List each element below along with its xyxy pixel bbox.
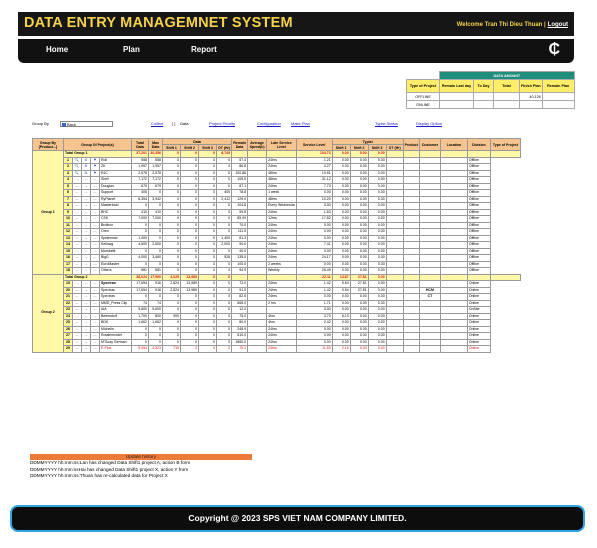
data-amount-title: DATA AMOUNT — [439, 71, 575, 80]
hdr-division: Division — [466, 138, 491, 151]
hdr-service-level: Service Level — [295, 138, 333, 151]
hdr-customer: Customer — [418, 138, 441, 151]
total-cell: 30,456 — [148, 150, 163, 158]
data-cell: 11.69 — [295, 345, 333, 353]
row-index: 29 — [63, 345, 73, 353]
hdr-avg-speed: Average Speed(h) — [247, 138, 268, 151]
data-cell: 0.00 — [367, 345, 387, 353]
data-checkbox[interactable]: [ ] — [172, 121, 175, 126]
finish-offline: 40,126 — [519, 92, 543, 101]
nav-report[interactable]: Report — [191, 45, 217, 54]
hdr-max-data: Max Data — [148, 138, 163, 151]
project-name[interactable]: E-Plus — [99, 345, 132, 353]
data-cell: 4,323 — [148, 345, 163, 353]
app-title: DATA ENTRY MANAGEMNET SYSTEM — [24, 15, 293, 31]
hdr-group-by: Group By [Product...] — [32, 138, 64, 151]
total-cell: 17,960 — [148, 273, 163, 281]
data-cell: Every Wednesda — [266, 202, 297, 210]
type-offline: OFFLINE — [406, 92, 440, 101]
group-label: Group 1 — [32, 150, 64, 275]
data-cell: 0.00 — [349, 345, 369, 353]
configuration-link[interactable]: Configuration — [257, 121, 281, 126]
nav-plan[interactable]: Plan — [123, 45, 140, 54]
project-priority-link[interactable]: Project Priority — [209, 121, 235, 126]
history-line: DDMMYYYY hh:mm:ss:Thuan has re-calculate… — [30, 473, 168, 478]
data-cell: 2.16 — [331, 345, 351, 353]
product-cell — [385, 345, 404, 353]
copyright-text: Copyright @ 2023 SPS VIET NAM COMPANY LI… — [188, 513, 407, 523]
project-data-table: Group By [Product...] Group Of Project(s… — [32, 138, 521, 353]
col-finish-plan: Finish Plan — [519, 79, 543, 93]
group-label: Group 2 — [32, 273, 64, 353]
typist-status-link[interactable]: Typist Status — [375, 121, 398, 126]
empty-cell — [489, 150, 521, 158]
project-name[interactable]: MMD_Press Clip — [99, 299, 132, 307]
action-cell[interactable]: ... — [90, 345, 100, 353]
col-type-project: Type of Project — [406, 79, 440, 93]
hdr-remain-data: Remain Data — [231, 138, 249, 151]
action-cell[interactable]: ... — [81, 345, 91, 353]
filter-bar: Group By Bach Collect [ ] Data Project P… — [32, 121, 572, 128]
hdr-late-service: Late Service Level — [266, 138, 297, 151]
collect-link[interactable]: Collect — [151, 121, 163, 126]
dropdown-icon — [62, 123, 66, 127]
data-cell: 715 — [162, 345, 181, 353]
hdr-group-of-project: Group Of Project(s) — [63, 138, 132, 151]
update-history: Update history DDMMYYYY hh:mm:ss:Lan has… — [30, 454, 252, 480]
group-by-label: Group By — [32, 121, 49, 126]
action-cell[interactable]: ... — [72, 345, 82, 353]
data-cell: 0 — [180, 345, 199, 353]
data-cell: 0 — [215, 345, 233, 353]
welcome-user: Welcome Tran Thi Dieu Thuan | — [456, 22, 546, 28]
main-nav: Home Plan Report ₵ — [18, 39, 574, 63]
data-cell: 75.1 — [231, 345, 249, 353]
table-row[interactable]: 29......... E-Plus 5,994 4,323 715 0 0 0 75.1 24h… — [33, 345, 521, 353]
data-amount-table: DATA AMOUNT Type of Project Remain Last … — [406, 71, 575, 109]
hdr-type-project: Type of Project — [489, 138, 521, 151]
type-project-cell: Online — [466, 345, 491, 353]
type-online: ONLINE — [406, 100, 440, 109]
col-remain-plan: Remain Plan — [541, 79, 575, 93]
data-label: Data — [180, 121, 189, 126]
company-logo-icon: ₵ — [548, 41, 560, 58]
data-cell: 0 — [198, 345, 217, 353]
logout-link[interactable]: Logout — [548, 22, 568, 28]
data-cell — [247, 345, 268, 353]
hdr-location: Location — [439, 138, 468, 151]
customer-cell — [402, 345, 420, 353]
empty-cell — [489, 273, 521, 281]
display-option-link[interactable]: Display Option — [416, 121, 442, 126]
col-today: To Day — [473, 79, 494, 93]
make-plan-link[interactable]: Make Plan — [291, 121, 310, 126]
col-total: Total — [493, 79, 520, 93]
nav-home[interactable]: Home — [46, 45, 68, 54]
division-cell — [439, 345, 468, 353]
group-by-select[interactable]: Bach — [60, 121, 113, 127]
location-cell — [418, 345, 441, 353]
hdr-total-data: Total Data — [131, 138, 149, 151]
data-cell: 5,994 — [131, 345, 149, 353]
data-cell: 24hrs — [266, 345, 297, 353]
welcome-text: Welcome Tran Thi Dieu Thuan | Logout — [457, 22, 568, 28]
app-header: DATA ENTRY MANAGEMNET SYSTEM Welcome Tra… — [18, 12, 574, 36]
hdr-product: Product — [402, 138, 420, 151]
col-remain-last-day: Remain Last day — [439, 79, 474, 93]
footer: Copyright @ 2023 SPS VIET NAM COMPANY LI… — [10, 505, 585, 532]
